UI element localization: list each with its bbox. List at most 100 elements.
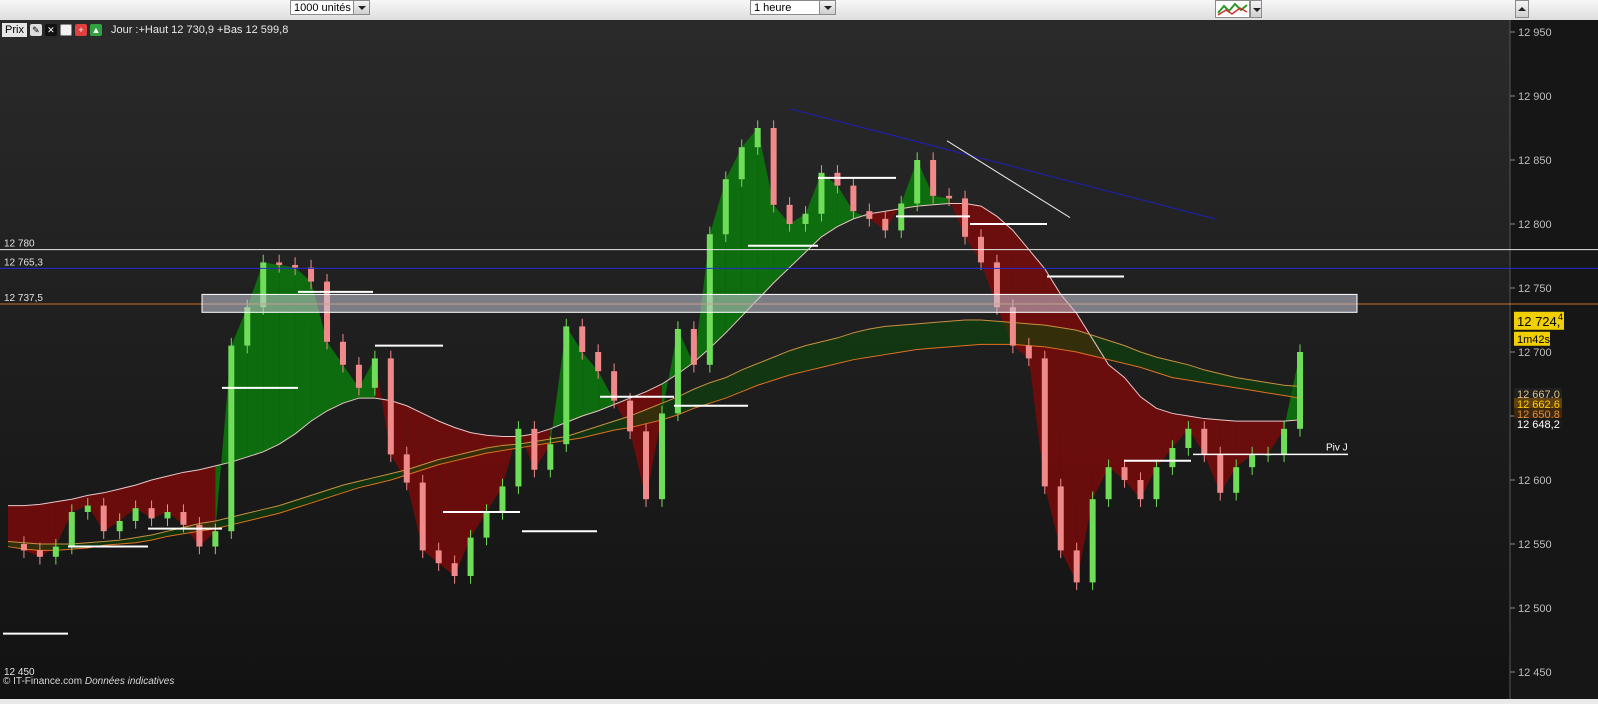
y-tick-label: 12 800 — [1518, 219, 1552, 231]
plot-gradient — [0, 20, 1510, 699]
close-icon[interactable]: ✕ — [44, 23, 57, 36]
candle-body — [866, 211, 873, 219]
candle-body — [674, 328, 681, 414]
candle-body — [579, 326, 586, 352]
candle-body — [52, 546, 59, 557]
candle-body — [1041, 358, 1048, 487]
candle-body — [962, 198, 969, 237]
top-toolbar: 1000 unités 1 heure — [0, 0, 1598, 21]
candle-body — [68, 512, 75, 547]
price-chart[interactable]: 12 780 12 765,3 12 737,5 Piv J 12 950 12 900… — [0, 20, 1598, 699]
current-price-decimal: 4 — [1558, 312, 1563, 322]
candle-body — [228, 345, 235, 532]
candle-body — [1233, 467, 1240, 493]
candle-body — [292, 264, 299, 268]
candle-body — [627, 400, 634, 432]
candle-body — [20, 544, 27, 551]
candle-body — [770, 128, 777, 205]
indicator-value-label: 12 648,2 — [1517, 419, 1560, 431]
candle-body — [1121, 467, 1128, 480]
interval-select-value: 1 heure — [754, 2, 792, 14]
y-tick-label: 12 600 — [1518, 475, 1552, 487]
candle-body — [164, 512, 171, 519]
candle-body — [802, 213, 809, 224]
chart-area: 12 780 12 765,3 12 737,5 Piv J 12 950 12 900… — [0, 20, 1598, 699]
chevron-down-icon[interactable] — [353, 1, 369, 14]
candle-body — [1201, 428, 1208, 455]
units-select-value: 1000 unités — [294, 2, 351, 14]
candle-body — [355, 364, 362, 388]
y-tick-label: 12 500 — [1518, 603, 1552, 615]
candle-body — [643, 431, 650, 500]
candle-body — [834, 172, 841, 186]
candle-body — [1185, 428, 1192, 448]
candle-body — [132, 508, 139, 521]
countdown-label: 1m42s — [1517, 334, 1551, 346]
scroll-up-button[interactable] — [1515, 0, 1529, 18]
data-note: Données indicatives — [84, 676, 175, 687]
chevron-down-icon[interactable] — [819, 1, 835, 14]
candle-body — [930, 160, 937, 196]
candle-body — [547, 444, 554, 470]
candle-body — [1137, 480, 1144, 500]
price-tab[interactable]: Prix — [2, 22, 27, 37]
chart-type-button[interactable] — [1215, 0, 1250, 18]
source-label: © IT-Finance.com — [3, 676, 83, 687]
daily-high-low-info: Jour :+Haut 12 730,9 +Bas 12 599,8 — [110, 23, 289, 36]
candle-body — [1169, 448, 1176, 468]
chart-type-icon — [1217, 2, 1248, 16]
candle-body — [435, 550, 442, 564]
candle-body — [1153, 467, 1160, 500]
candle-body — [1025, 345, 1032, 359]
candle-body — [387, 358, 394, 455]
chevron-down-icon — [1253, 8, 1261, 12]
candle-body — [1009, 307, 1016, 346]
candle-body — [451, 563, 458, 576]
candle-body — [914, 160, 921, 204]
candle-body — [276, 262, 283, 265]
cloud-segment — [1108, 364, 1125, 480]
candle-body — [1089, 499, 1096, 583]
add-indicator-icon[interactable]: + — [74, 23, 87, 36]
units-select[interactable]: 1000 unités — [290, 0, 370, 15]
y-tick-label: 12 700 — [1518, 347, 1552, 359]
interval-select[interactable]: 1 heure — [750, 0, 836, 15]
maximize-icon[interactable] — [59, 23, 72, 36]
candle-body — [563, 326, 570, 445]
y-tick-label: 12 900 — [1518, 91, 1552, 103]
candle-body — [738, 147, 745, 180]
y-tick-label: 12 450 — [1518, 667, 1552, 679]
candle-body — [882, 218, 889, 231]
candle-body — [36, 550, 43, 557]
candle-body — [244, 307, 251, 346]
candle-body — [180, 512, 187, 525]
candle-body — [100, 505, 107, 532]
wrench-icon[interactable]: ✎ — [29, 23, 42, 36]
cloud-segment — [1252, 421, 1269, 455]
candle-body — [786, 204, 793, 224]
candle-body — [722, 179, 729, 235]
y-tick-label: 12 850 — [1518, 155, 1552, 167]
chevron-up-icon — [1518, 7, 1526, 11]
candle-body — [84, 505, 91, 512]
candle-body — [658, 413, 665, 500]
candle-body — [371, 358, 378, 388]
candle-body — [1281, 428, 1288, 455]
candle-body — [1057, 486, 1064, 551]
candle-body — [595, 352, 602, 372]
cloud-segment — [279, 264, 296, 445]
chart-title-bar: Prix ✎ ✕ + ▲ Jour :+Haut 12 730,9 +Bas 1… — [2, 22, 288, 37]
arrow-up-icon[interactable]: ▲ — [89, 23, 102, 36]
candle-body — [531, 428, 538, 470]
level-label: 12 737,5 — [4, 293, 43, 304]
candle-body — [754, 128, 761, 148]
candle-body — [212, 531, 219, 547]
level-label: 12 765,3 — [4, 257, 43, 268]
chart-type-dropdown[interactable] — [1250, 0, 1262, 18]
pivot-label: Piv J — [1326, 442, 1348, 453]
footer-credit: © IT-Finance.com Données indicatives — [3, 676, 174, 687]
candle-body — [467, 537, 474, 576]
candle-body — [690, 328, 697, 365]
y-tick-label: 12 950 — [1518, 27, 1552, 39]
y-tick-label: 12 550 — [1518, 539, 1552, 551]
